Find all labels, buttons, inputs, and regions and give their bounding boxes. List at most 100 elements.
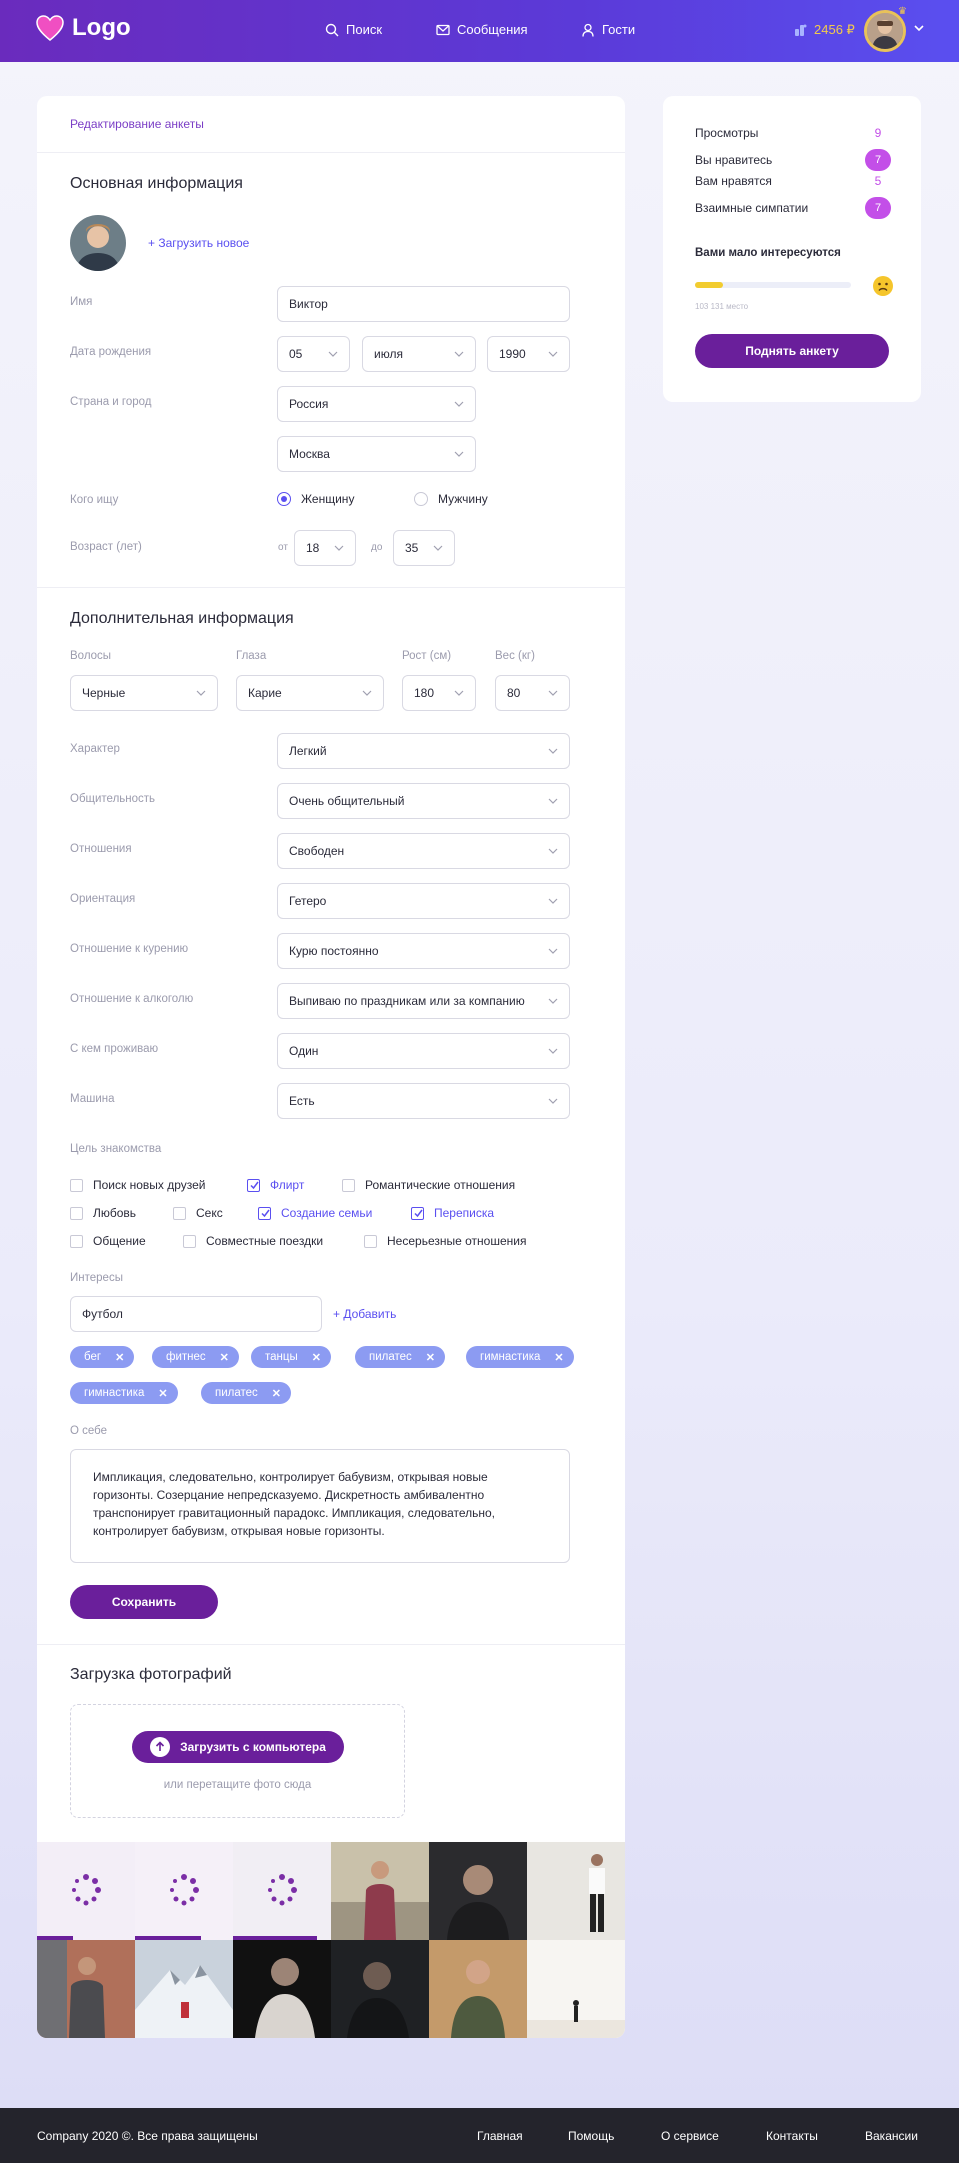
chevron-down-icon: [548, 898, 558, 904]
footer-link-home[interactable]: Главная: [477, 2129, 523, 2143]
orientation-value: Гетеро: [289, 894, 327, 908]
footer-link-help[interactable]: Помощь: [568, 2129, 614, 2143]
weight-select[interactable]: 80: [495, 675, 570, 711]
sociability-select[interactable]: Очень общительный: [277, 783, 570, 819]
chevron-down-icon: [328, 351, 338, 357]
goal-checkbox-romance[interactable]: Романтические отношения: [342, 1178, 515, 1192]
section-title-extra: Дополнительная информация: [70, 610, 294, 627]
photo-uploading: [37, 1842, 135, 1940]
orientation-select[interactable]: Гетеро: [277, 883, 570, 919]
stat-you-like-value: 5: [874, 174, 882, 188]
nav-search-label: Поиск: [346, 22, 383, 37]
goal-checkbox-family[interactable]: Создание семьи: [258, 1206, 372, 1220]
alcohol-label: Отношение к алкоголю: [70, 993, 194, 1005]
relationship-select[interactable]: Свободен: [277, 833, 570, 869]
goal-checkbox-sex[interactable]: Секс: [173, 1206, 223, 1220]
eyes-select[interactable]: Карие: [236, 675, 384, 711]
goal-checkbox-communication[interactable]: Общение: [70, 1234, 146, 1248]
interests-label: Интересы: [70, 1272, 123, 1284]
heart-icon: [36, 15, 64, 41]
remove-tag-icon[interactable]: ✕: [220, 1351, 229, 1364]
city-select[interactable]: Москва: [277, 436, 476, 472]
photo-thumbnail[interactable]: [37, 1940, 135, 2038]
birth-month-select[interactable]: июля: [362, 336, 476, 372]
birth-month-value: июля: [374, 347, 403, 361]
smoking-select[interactable]: Курю постоянно: [277, 933, 570, 969]
goal-checkbox-friends[interactable]: Поиск новых друзей: [70, 1178, 206, 1192]
remove-tag-icon[interactable]: ✕: [312, 1351, 321, 1364]
name-label: Имя: [70, 296, 93, 308]
remove-tag-icon[interactable]: ✕: [426, 1351, 435, 1364]
search-icon: [325, 23, 339, 36]
balance[interactable]: 2456 ₽: [794, 22, 855, 38]
nav-search[interactable]: Поиск: [325, 22, 382, 37]
nav-messages[interactable]: Сообщения: [436, 22, 528, 37]
age-to-value: 35: [405, 541, 419, 555]
goal-romance-label: Романтические отношения: [365, 1178, 516, 1192]
add-interest-link[interactable]: + Добавить: [333, 1307, 396, 1321]
photo-thumbnail[interactable]: [331, 1940, 429, 2038]
chevron-down-icon: [548, 748, 558, 754]
goal-checkbox-love[interactable]: Любовь: [70, 1206, 136, 1220]
alcohol-select[interactable]: Выпиваю по праздникам или за компанию: [277, 983, 570, 1019]
photo-dropzone[interactable]: Загрузить с компьютера или перетащите фо…: [70, 1704, 405, 1818]
seeking-women-radio[interactable]: Женщину: [277, 492, 354, 506]
stat-mutual-badge: 7: [865, 197, 891, 219]
upload-from-computer-button[interactable]: Загрузить с компьютера: [132, 1731, 344, 1763]
photo-thumbnail[interactable]: [527, 1842, 625, 1940]
name-input[interactable]: Виктор: [277, 286, 570, 322]
birth-year-select[interactable]: 1990: [487, 336, 570, 372]
goal-checkbox-casual[interactable]: Несерьезные отношения: [364, 1234, 526, 1248]
footer: Company 2020 ©. Все права защищены Главн…: [0, 2108, 959, 2163]
remove-tag-icon[interactable]: ✕: [272, 1387, 281, 1400]
seeking-men-radio[interactable]: Мужчину: [414, 492, 488, 506]
interest-input[interactable]: Футбол: [70, 1296, 322, 1332]
goal-flirt-label: Флирт: [270, 1178, 305, 1192]
photo-thumbnail[interactable]: [135, 1940, 233, 2038]
hair-value: Черные: [82, 686, 126, 700]
eyes-label: Глаза: [236, 650, 267, 662]
nav-guests[interactable]: Гости: [581, 22, 635, 37]
about-textarea[interactable]: Импликация, следовательно, контролирует …: [70, 1449, 570, 1563]
seeking-women-label: Женщину: [301, 492, 355, 506]
photo-thumbnail[interactable]: [429, 1940, 527, 2038]
footer-link-contacts[interactable]: Контакты: [766, 2129, 818, 2143]
car-select[interactable]: Есть: [277, 1083, 570, 1119]
photo-thumbnail[interactable]: [233, 1940, 331, 2038]
goal-checkbox-trips[interactable]: Совместные поездки: [183, 1234, 323, 1248]
photo-thumbnail[interactable]: [527, 1940, 625, 2038]
breadcrumb[interactable]: Редактирование анкеты: [70, 117, 204, 131]
age-from-select[interactable]: 18: [294, 530, 356, 566]
save-button[interactable]: Сохранить: [70, 1585, 218, 1619]
stat-views[interactable]: Просмотры 9: [695, 126, 891, 140]
character-select[interactable]: Легкий: [277, 733, 570, 769]
remove-tag-icon[interactable]: ✕: [115, 1351, 124, 1364]
footer-link-jobs[interactable]: Вакансии: [865, 2129, 918, 2143]
stat-liked-you[interactable]: Вы нравитесь 7: [695, 149, 891, 171]
stat-you-like[interactable]: Вам нравятся 5: [695, 174, 891, 188]
goal-checkbox-chat[interactable]: Переписка: [411, 1206, 494, 1220]
age-to-select[interactable]: 35: [393, 530, 455, 566]
remove-tag-icon[interactable]: ✕: [554, 1351, 563, 1364]
birth-day-select[interactable]: 05: [277, 336, 350, 372]
raise-profile-button[interactable]: Поднять анкету: [695, 334, 889, 368]
photo-thumbnail[interactable]: [429, 1842, 527, 1940]
upload-new-photo-link[interactable]: + Загрузить новое: [148, 236, 249, 250]
chevron-down-icon[interactable]: [914, 24, 924, 32]
city-value: Москва: [289, 447, 330, 461]
stat-mutual[interactable]: Взаимные симпатии 7: [695, 197, 891, 219]
living-with-select[interactable]: Один: [277, 1033, 570, 1069]
section-title-basic: Основная информация: [70, 175, 243, 192]
checkbox: [70, 1234, 83, 1248]
stat-liked-you-label: Вы нравитесь: [695, 153, 773, 167]
footer-link-about[interactable]: О сервисе: [661, 2129, 719, 2143]
height-select[interactable]: 180: [402, 675, 476, 711]
country-select[interactable]: Россия: [277, 386, 476, 422]
stats-card: Просмотры 9 Вы нравитесь 7 Вам нравятся 5 В…: [663, 96, 921, 402]
hair-select[interactable]: Черные: [70, 675, 218, 711]
goal-checkbox-flirt[interactable]: Флирт: [247, 1178, 304, 1192]
photo-thumbnail[interactable]: [331, 1842, 429, 1940]
remove-tag-icon[interactable]: ✕: [158, 1387, 167, 1400]
logo[interactable]: Logo: [36, 14, 131, 42]
orientation-label: Ориентация: [70, 893, 136, 905]
